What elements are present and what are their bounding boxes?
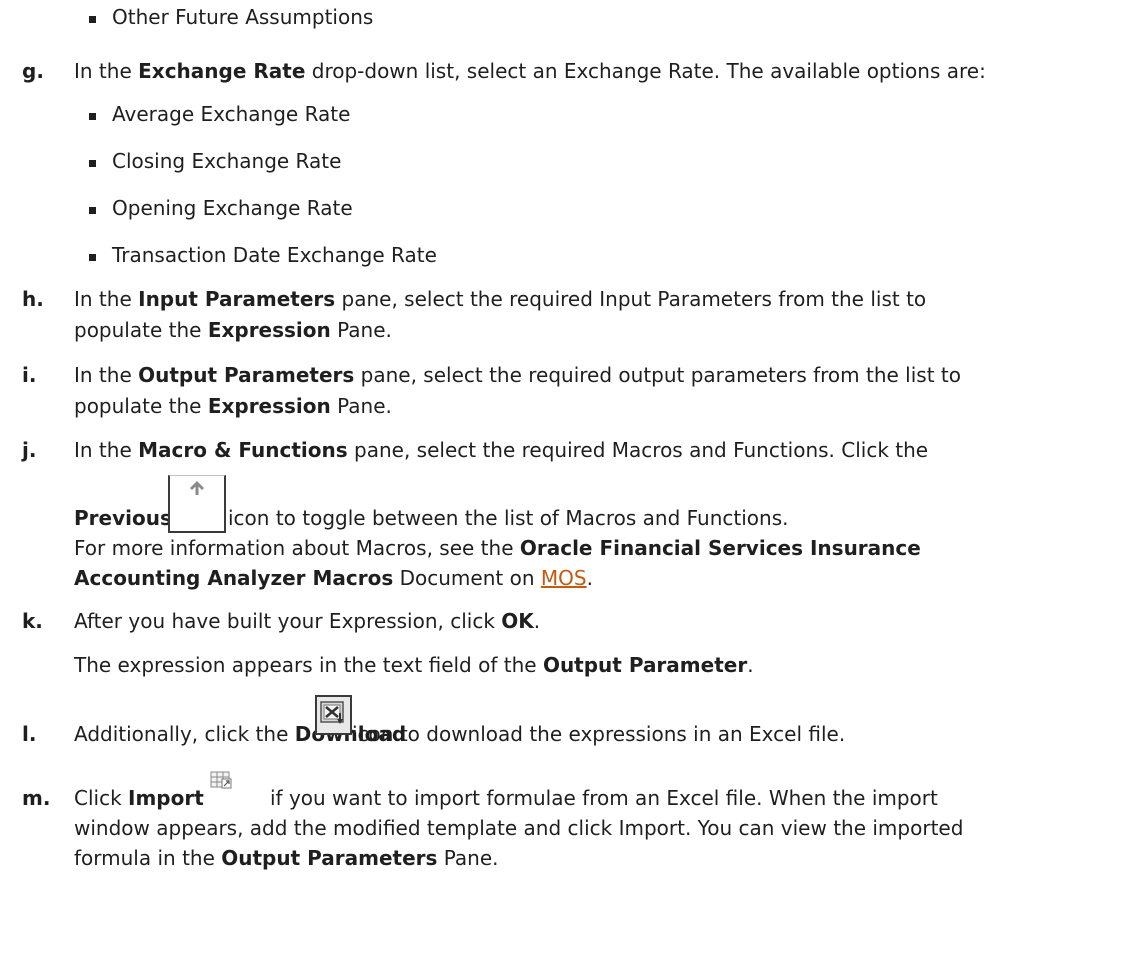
previous-button[interactable] (168, 475, 226, 533)
step-bold: Expression (207, 394, 331, 418)
import-icon (210, 771, 232, 789)
step-bold: Macro & Functions (138, 438, 348, 462)
step-m: m. Click Import (22, 786, 204, 810)
mos-link[interactable]: MOS (541, 566, 587, 590)
step-text: In the (74, 59, 139, 83)
bullet-marker (89, 254, 96, 261)
step-text: . (586, 566, 593, 590)
step-j-previous: Previous (74, 506, 172, 530)
step-text: pane, select the required Input Paramete… (335, 287, 927, 311)
step-m-line2: window appears, add the modified templat… (74, 816, 963, 840)
import-button[interactable] (207, 769, 237, 795)
step-text: icon to toggle between the list of Macro… (228, 506, 789, 530)
arrow-up-icon (190, 481, 204, 495)
step-text: Document on (393, 566, 541, 590)
step-g: g. In the Exchange Rate drop-down list, s… (22, 59, 986, 83)
step-text: Pane. (437, 846, 499, 870)
list-item-text: Other Future Assumptions (112, 5, 374, 29)
step-bold: Previous (74, 506, 172, 530)
step-text: Pane. (330, 394, 392, 418)
step-h: h. In the Input Parameters pane, select t… (22, 287, 926, 311)
step-text: . (533, 609, 541, 633)
step-text: The expression appears in the text field… (74, 653, 543, 677)
step-text: window appears, add the modified templat… (74, 816, 964, 840)
step-k: k. After you have built your Expression, … (22, 609, 540, 633)
step-text: formula in the (74, 846, 222, 870)
list-item: Other Future Assumptions (112, 5, 373, 29)
step-bold: Output Parameter (542, 653, 748, 677)
step-bold: Import (128, 786, 204, 810)
list-item: Closing Exchange Rate (112, 149, 341, 173)
step-text: pane, select the required Macros and Fun… (347, 438, 929, 462)
step-text: icon to download the expressions in an E… (352, 722, 846, 746)
step-text: In the (74, 363, 139, 387)
bullet-marker (89, 160, 96, 167)
step-text: populate the (74, 318, 208, 342)
step-text: In the (74, 287, 139, 311)
step-bold: Output Parameters (138, 363, 355, 387)
step-text: After you have built your Expression, cl… (74, 609, 502, 633)
step-j-more2: Accounting Analyzer Macros Document on M… (74, 566, 593, 590)
step-text: pane, select the required output paramet… (354, 363, 961, 387)
step-j-more1: For more information about Macros, see t… (74, 536, 921, 560)
list-item: Opening Exchange Rate (112, 196, 353, 220)
step-letter: k. (22, 609, 43, 633)
step-text: populate the (74, 394, 208, 418)
list-item-text: Opening Exchange Rate (112, 196, 353, 220)
step-bold: Accounting Analyzer Macros (74, 566, 394, 590)
step-letter: h. (22, 287, 44, 311)
step-bold: Exchange Rate (138, 59, 306, 83)
list-item-text: Closing Exchange Rate (112, 149, 342, 173)
download-button[interactable] (315, 695, 352, 735)
list-item-text: Transaction Date Exchange Rate (112, 243, 437, 267)
step-l-post: icon to download the expressions in an E… (352, 722, 845, 746)
list-item-text: Average Exchange Rate (112, 102, 351, 126)
step-j: j. In the Macro & Functions pane, select … (22, 438, 928, 462)
step-text: drop-down list, select an Exchange Rate.… (305, 59, 986, 83)
step-h-line2: populate the Expression Pane. (74, 318, 392, 342)
excel-download-icon (320, 701, 344, 724)
step-i: i. In the Output Parameters pane, select … (22, 363, 961, 387)
step-text: For more information about Macros, see t… (74, 536, 520, 560)
step-text: In the (74, 438, 139, 462)
step-letter: g. (22, 59, 44, 83)
step-m-post: if you want to import formulae from an E… (270, 786, 938, 810)
step-text: Additionally, click the (74, 722, 295, 746)
list-item: Average Exchange Rate (112, 102, 350, 126)
step-bold: Oracle Financial Services Insurance (519, 536, 921, 560)
bullet-marker (89, 207, 96, 214)
step-bold: Expression (207, 318, 331, 342)
step-text: Click (74, 786, 129, 810)
step-text: Pane. (330, 318, 392, 342)
step-letter: l. (22, 722, 37, 746)
bullet-marker (89, 113, 96, 120)
step-k-sub: The expression appears in the text field… (74, 653, 754, 677)
step-letter: j. (22, 438, 37, 462)
step-text: if you want to import formulae from an E… (270, 786, 938, 810)
step-bold: OK (501, 609, 534, 633)
step-i-line2: populate the Expression Pane. (74, 394, 392, 418)
step-letter: m. (22, 786, 51, 810)
bullet-marker (89, 16, 96, 23)
step-bold: Input Parameters (138, 287, 336, 311)
step-m-line3: formula in the Output Parameters Pane. (74, 846, 499, 870)
step-bold: Output Parameters (221, 846, 438, 870)
step-text: . (747, 653, 754, 677)
step-j-previous-post: icon to toggle between the list of Macro… (228, 506, 788, 530)
step-letter: i. (22, 363, 37, 387)
list-item: Transaction Date Exchange Rate (112, 243, 437, 267)
